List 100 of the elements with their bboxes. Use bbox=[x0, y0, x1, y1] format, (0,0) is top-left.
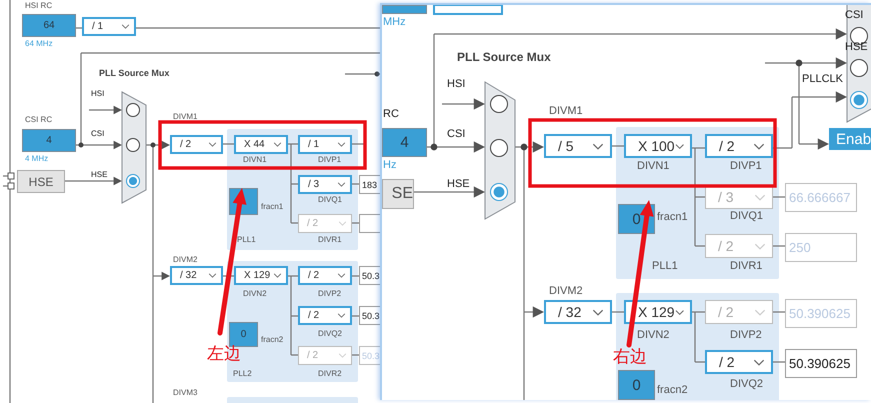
dropdown[interactable]: X 44 bbox=[234, 135, 288, 154]
chevron-icon bbox=[592, 142, 604, 150]
signal-label: CSI bbox=[91, 130, 104, 139]
signal-label: DIVM3 bbox=[173, 389, 198, 398]
chevron-icon bbox=[754, 194, 766, 200]
chevron-icon bbox=[273, 273, 282, 278]
connector-pin bbox=[8, 172, 14, 180]
wire bbox=[773, 196, 785, 198]
chevron-icon bbox=[337, 142, 346, 147]
chevron-icon bbox=[338, 353, 347, 358]
chevron-icon bbox=[273, 142, 282, 147]
chevron-icon bbox=[592, 308, 604, 316]
junction-dot bbox=[78, 142, 84, 148]
signal-label: DIVM2 bbox=[173, 256, 198, 265]
chevron-icon bbox=[674, 142, 684, 150]
output-field[interactable] bbox=[359, 214, 380, 233]
signal-label: DIVM1 bbox=[549, 105, 583, 118]
chevron-icon bbox=[674, 308, 684, 316]
junction-dot bbox=[150, 142, 156, 148]
wire bbox=[773, 245, 785, 247]
chevron-icon bbox=[338, 221, 347, 226]
signal-label: DIVP2 bbox=[730, 329, 762, 342]
signal-label: fracn1 bbox=[657, 211, 688, 224]
dropdown[interactable]: / 2 bbox=[170, 135, 223, 154]
junction-dot bbox=[374, 72, 380, 76]
value-field[interactable]: 0 bbox=[229, 322, 258, 347]
value-field[interactable]: 4 bbox=[382, 128, 427, 157]
arrow-connector bbox=[153, 272, 170, 280]
wire bbox=[223, 143, 234, 145]
signal-label: DIVM2 bbox=[549, 285, 583, 298]
signal-label: fracn2 bbox=[657, 384, 688, 396]
dropdown[interactable]: / 2 bbox=[298, 306, 352, 325]
annotation-label: 右边 bbox=[613, 346, 647, 368]
frequency-label: 4 MHz bbox=[25, 155, 48, 164]
wire bbox=[352, 315, 362, 317]
chevron-icon bbox=[337, 273, 346, 278]
dropdown[interactable]: / 2 bbox=[298, 266, 352, 285]
dropdown[interactable]: / 1 bbox=[82, 17, 136, 36]
chevron-icon bbox=[208, 142, 217, 147]
chevron-icon bbox=[753, 142, 765, 150]
arrow-connector bbox=[515, 141, 544, 153]
dropdown[interactable]: / 1 bbox=[298, 135, 352, 154]
arrow-connector bbox=[414, 186, 485, 198]
frequency-label: Hz bbox=[383, 159, 396, 172]
signal-label: PLL2 bbox=[233, 370, 252, 379]
junction-dot bbox=[796, 60, 802, 66]
wire bbox=[352, 354, 362, 356]
output-field[interactable]: 50.3 bbox=[359, 266, 380, 285]
signal-label: HSE bbox=[447, 178, 470, 190]
signal-label: fracn2 bbox=[261, 336, 284, 345]
junction-dot bbox=[520, 144, 528, 150]
arrow-connector bbox=[799, 138, 829, 150]
signal-label: HSI RC bbox=[25, 2, 52, 11]
output-field[interactable]: 50.3 bbox=[359, 306, 380, 325]
source-button[interactable]: HSE bbox=[17, 170, 65, 193]
signal-label: HSI bbox=[447, 78, 466, 90]
dropdown[interactable]: / 3 bbox=[298, 175, 352, 194]
chevron-icon bbox=[754, 308, 766, 316]
signal-label: DIVP1 bbox=[730, 160, 762, 172]
output-field[interactable]: 183 bbox=[359, 175, 380, 194]
value-field[interactable]: 4 bbox=[22, 129, 76, 152]
dropdown[interactable]: X 100 bbox=[624, 134, 692, 158]
wire bbox=[773, 361, 785, 363]
signal-label: PLLCLK bbox=[802, 73, 843, 86]
signal-label: DIVM1 bbox=[173, 113, 198, 122]
arrow-connector bbox=[146, 140, 170, 150]
dropdown[interactable] bbox=[433, 5, 503, 15]
dropdown[interactable]: X 129 bbox=[234, 266, 288, 285]
connector-pin bbox=[8, 182, 14, 190]
signal-label: DIVQ2 bbox=[318, 330, 342, 339]
dropdown[interactable]: / 32 bbox=[544, 300, 612, 324]
dropdown[interactable]: / 2 bbox=[705, 134, 773, 158]
arrow-connector bbox=[65, 176, 122, 186]
chevron-icon bbox=[121, 24, 130, 29]
source-button[interactable]: SE bbox=[382, 179, 414, 209]
dropdown[interactable]: X 129 bbox=[624, 300, 692, 324]
dropdown[interactable]: / 2 bbox=[705, 350, 773, 374]
signal-label: DIVR1 bbox=[730, 260, 762, 272]
signal-label: PLL Source Mux bbox=[457, 51, 551, 64]
signal-label: HSI bbox=[91, 90, 104, 99]
signal-label: PLL1 bbox=[237, 236, 256, 245]
signal-label: DIVR2 bbox=[318, 370, 342, 379]
dropdown[interactable]: / 32 bbox=[170, 266, 223, 285]
value-field[interactable]: 64 bbox=[22, 14, 76, 37]
signal-label: HSE bbox=[91, 171, 108, 180]
signal-label: DIVR1 bbox=[318, 236, 342, 245]
signal-label: DIVN2 bbox=[243, 290, 267, 299]
arrow-connector bbox=[442, 98, 485, 110]
arrow-connector bbox=[792, 91, 847, 103]
output-field[interactable]: 50.390625 bbox=[785, 349, 857, 378]
wire bbox=[773, 311, 785, 313]
signal-label: HSE bbox=[845, 41, 868, 54]
junction-dot bbox=[430, 144, 438, 150]
signal-label: DIVN1 bbox=[243, 156, 267, 165]
signal-label: DIVQ1 bbox=[318, 196, 342, 205]
value-field[interactable] bbox=[382, 5, 427, 14]
dropdown[interactable]: / 5 bbox=[544, 134, 612, 158]
signal-label: PLL Source Mux bbox=[99, 69, 170, 79]
value-field[interactable]: 0 bbox=[618, 370, 655, 400]
signal-label: DIVQ2 bbox=[730, 378, 764, 390]
